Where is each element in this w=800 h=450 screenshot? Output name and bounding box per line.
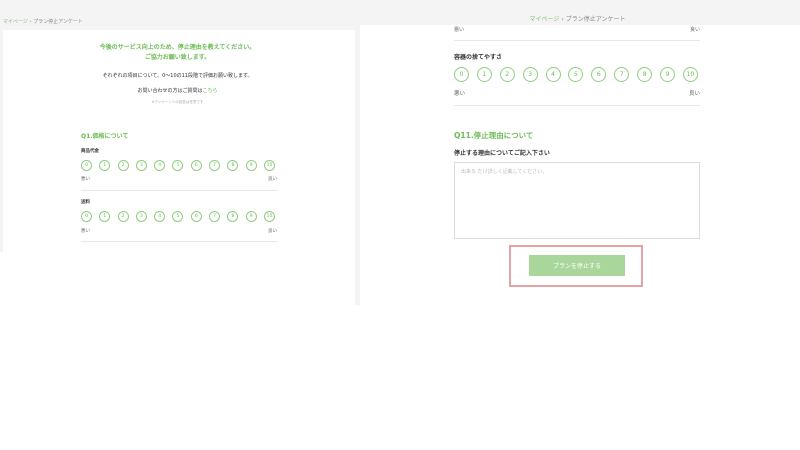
stop-plan-button[interactable]: プランを停止する bbox=[529, 255, 625, 276]
q1-item1-scale: 0 1 2 3 4 5 6 7 8 9 10 bbox=[81, 160, 275, 171]
q1-item1-divider bbox=[81, 190, 277, 191]
q1-item1-scale-option-7[interactable]: 7 bbox=[209, 160, 221, 171]
q1-item2-label: 送料 bbox=[81, 200, 90, 205]
top-scale-ends: 悪い 良い bbox=[454, 26, 700, 33]
q1-item1-scale-option-0[interactable]: 0 bbox=[81, 160, 92, 171]
q1-title: Q1.価格について bbox=[81, 133, 129, 140]
top-scale-divider bbox=[454, 40, 700, 41]
container-item-scale-option-5[interactable]: 5 bbox=[568, 67, 584, 82]
container-item-scale-option-3[interactable]: 3 bbox=[522, 67, 538, 82]
q1-item2-low-label: 悪い bbox=[81, 229, 90, 234]
q1-item2-scale: 0 1 2 3 4 5 6 7 8 9 10 bbox=[81, 211, 275, 222]
q1-item2-scale-option-7[interactable]: 7 bbox=[209, 211, 221, 222]
stop-reason-textarea[interactable]: 出来る だけ詳しく記載してください。 bbox=[454, 162, 700, 239]
q1-item2-scale-option-4[interactable]: 4 bbox=[154, 211, 166, 222]
q1-item1-scale-option-10[interactable]: 10 bbox=[263, 160, 275, 171]
q1-item1-scale-option-5[interactable]: 5 bbox=[172, 160, 184, 171]
q1-item2-scale-option-10[interactable]: 10 bbox=[263, 211, 275, 222]
contact-text: お問い合わせの方はご質問は bbox=[137, 88, 203, 94]
breadcrumb-current: プラン停止アンケート bbox=[565, 16, 626, 23]
q11-title: Q11.停止理由について bbox=[454, 131, 534, 140]
container-item-scale-option-2[interactable]: 2 bbox=[499, 67, 515, 82]
breadcrumb-current: プラン停止アンケート bbox=[33, 19, 83, 25]
q1-item2-scale-option-1[interactable]: 1 bbox=[99, 211, 111, 222]
q1-item2-scale-option-6[interactable]: 6 bbox=[190, 211, 202, 222]
q1-item2-scale-option-5[interactable]: 5 bbox=[172, 211, 184, 222]
q1-item1-scale-option-6[interactable]: 6 bbox=[190, 160, 202, 171]
container-item-scale: 0 1 2 3 4 5 6 7 8 9 10 bbox=[454, 67, 698, 82]
container-item-scale-option-9[interactable]: 9 bbox=[660, 67, 676, 82]
q1-item2-scale-option-0[interactable]: 0 bbox=[81, 211, 92, 222]
container-item-scale-option-7[interactable]: 7 bbox=[614, 67, 630, 82]
container-item-label: 容器の捨てやすさ bbox=[454, 54, 503, 61]
q1-item2-divider bbox=[81, 241, 277, 242]
q1-item1-scale-option-9[interactable]: 9 bbox=[245, 160, 257, 171]
q1-item2-scale-option-8[interactable]: 8 bbox=[227, 211, 239, 222]
top-scale-high-label: 良い bbox=[689, 27, 700, 33]
container-item-low-label: 悪い bbox=[454, 91, 466, 97]
right-breadcrumb: マイページ › プラン停止アンケート bbox=[355, 14, 800, 23]
q1-item2-scale-option-2[interactable]: 2 bbox=[117, 211, 129, 222]
container-item-scale-option-1[interactable]: 1 bbox=[476, 67, 492, 82]
top-scale-low-label: 悪い bbox=[454, 27, 465, 33]
container-item-scale-option-4[interactable]: 4 bbox=[545, 67, 561, 82]
q11-prompt: 停止する理由についてご記入下さい bbox=[454, 150, 550, 157]
q1-item2-scale-option-9[interactable]: 9 bbox=[245, 211, 257, 222]
container-item-divider bbox=[454, 105, 700, 106]
intro-heading-line1: 今後のサービス向上のため、停止理由を教えてください。 bbox=[99, 44, 256, 51]
breadcrumb-mypage-link[interactable]: マイページ bbox=[530, 16, 560, 23]
container-item-high-label: 良い bbox=[688, 91, 700, 97]
breadcrumb-mypage-link[interactable]: マイページ bbox=[3, 19, 28, 25]
contact-line: お問い合わせの方はご質問はこちら bbox=[65, 87, 290, 94]
container-item-scale-option-6[interactable]: 6 bbox=[591, 67, 607, 82]
container-item-scale-option-10[interactable]: 10 bbox=[682, 67, 698, 82]
contact-link[interactable]: こちら bbox=[203, 88, 218, 94]
q1-item1-low-label: 悪い bbox=[81, 177, 90, 182]
intro-heading: 今後のサービス向上のため、停止理由を教えてください。 ご協力お願い致します。 bbox=[65, 43, 290, 63]
q1-item2-high-label: 良い bbox=[268, 229, 277, 234]
q1-item1-high-label: 良い bbox=[268, 177, 277, 182]
intro-heading-line2: ご協力お願い致します。 bbox=[144, 54, 211, 61]
container-item-scale-option-0[interactable]: 0 bbox=[454, 67, 469, 82]
q1-item1-scale-option-8[interactable]: 8 bbox=[227, 160, 239, 171]
q1-item1-scale-option-4[interactable]: 4 bbox=[154, 160, 166, 171]
q1-item2-scale-option-3[interactable]: 3 bbox=[135, 211, 147, 222]
q1-item1-scale-option-3[interactable]: 3 bbox=[135, 160, 147, 171]
breadcrumb-separator: › bbox=[561, 16, 564, 23]
breadcrumb-separator: › bbox=[29, 19, 32, 25]
q1-item1-scale-option-2[interactable]: 2 bbox=[117, 160, 129, 171]
q1-item2-ends: 悪い 良い bbox=[81, 228, 277, 234]
left-breadcrumb: マイページ › プラン停止アンケート bbox=[3, 18, 83, 25]
intro-instruction: それぞれの項目について、0〜10の11段階で評価お願い致します。 bbox=[102, 73, 253, 79]
q1-item1-scale-option-1[interactable]: 1 bbox=[99, 160, 111, 171]
q1-item1-ends: 悪い 良い bbox=[81, 176, 277, 182]
intro-small-note: ※アンケートへの回答は任意です bbox=[151, 100, 204, 104]
container-item-ends: 悪い 良い bbox=[454, 89, 700, 97]
q1-item1-label: 商品代金 bbox=[81, 149, 99, 154]
container-item-scale-option-8[interactable]: 8 bbox=[637, 67, 653, 82]
